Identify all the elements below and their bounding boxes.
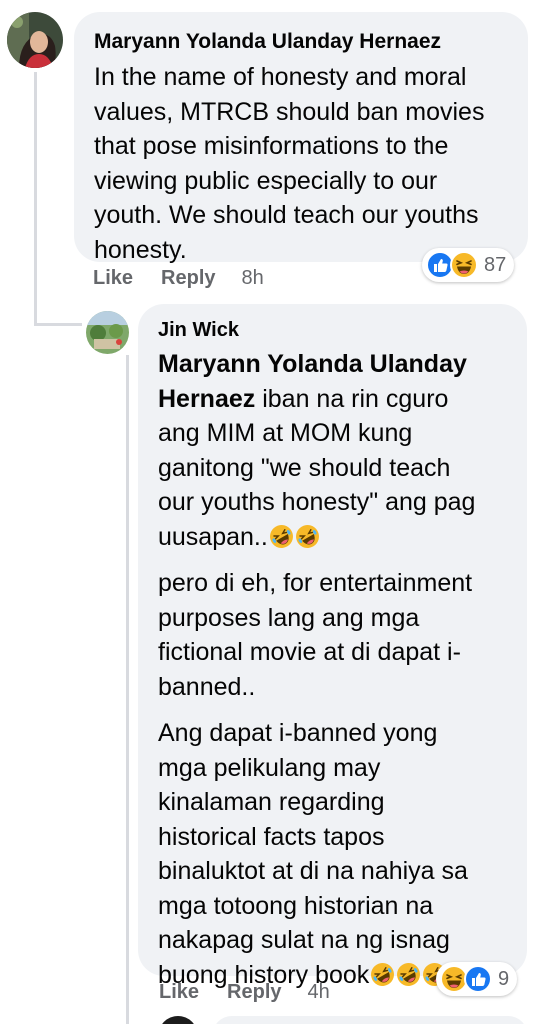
reply-line: banned.. [158, 672, 256, 701]
thread-line-elbow [34, 323, 82, 326]
mention-link[interactable]: Hernaez [158, 385, 255, 413]
reply-thread-line [126, 355, 129, 1024]
reply-line: ang MIM at MOM kung [158, 419, 413, 447]
reply-line: ganitong "we should teach [158, 453, 451, 482]
reply-line: mga pelikulang may [158, 753, 381, 782]
timestamp[interactable]: 8h [242, 267, 264, 290]
reply-button[interactable]: Reply [227, 981, 281, 1004]
rolling-on-floor-laughing-icon [295, 524, 320, 549]
paragraph: Ang dapat i-banned yong mga pelikulang m… [158, 716, 511, 992]
mention-link[interactable]: Maryann Yolanda Ulanday [158, 350, 467, 378]
comment-line: viewing public especially to our [94, 166, 438, 195]
avatar[interactable] [7, 12, 63, 68]
paragraph: pero di eh, for entertainment purposes l… [158, 566, 511, 704]
like-button[interactable]: Like [159, 981, 199, 1004]
reply-line: our youths honesty" ang pag [158, 488, 476, 516]
profile-photo-icon [86, 311, 129, 354]
reaction-count: 9 [498, 967, 510, 990]
reply-line: uusapan.. [158, 520, 511, 555]
reaction-summary[interactable]: 87 [422, 248, 515, 282]
reply-author[interactable]: Jin Wick [158, 317, 511, 343]
reply-line: Ang dapat i-banned yong [158, 719, 438, 747]
thread-line-vertical [34, 72, 37, 326]
reply-bubble: Jin Wick Maryann Yolanda Ulanday Hernaez… [138, 304, 527, 989]
reply-line-text: uusapan.. [158, 522, 268, 551]
reply-button[interactable]: Reply [161, 267, 215, 290]
haha-icon [450, 251, 478, 279]
comment-text: In the name of honesty and moral values,… [94, 60, 510, 267]
reaction-summary[interactable]: 9 [436, 962, 518, 996]
reply-line: purposes lang ang mga [158, 603, 420, 632]
comment-line: In the name of honesty and moral [94, 63, 467, 91]
profile-photo-icon [7, 12, 63, 68]
reply-line: kinalaman regarding [158, 788, 385, 816]
reply-bubble [212, 1016, 528, 1024]
rolling-on-floor-laughing-icon [396, 962, 421, 987]
reply-line: mga totoong historian na [158, 891, 434, 920]
comment-line: youth. We should teach our youths [94, 201, 479, 229]
reply-line: pero di eh, for entertainment [158, 569, 473, 597]
comment-line: that pose misinformations to the [94, 132, 449, 160]
avatar[interactable] [158, 1016, 198, 1024]
reaction-count: 87 [484, 253, 507, 276]
timestamp[interactable]: 4h [308, 981, 330, 1004]
like-icon [464, 965, 492, 993]
reply-text: Maryann Yolanda Ulanday Hernaez iban na … [158, 347, 511, 992]
like-button[interactable]: Like [93, 267, 133, 290]
reply-line: fictional movie at di dapat i- [158, 638, 461, 666]
rolling-on-floor-laughing-icon [269, 524, 294, 549]
avatar[interactable] [86, 311, 129, 354]
mention-line: Maryann Yolanda Ulanday [158, 347, 511, 382]
reply-line: binaluktot at di na nahiya sa [158, 857, 468, 885]
mention-line: Hernaez iban na rin cguro [158, 382, 511, 417]
reply-line: nakapag sulat na ng isnag [158, 926, 450, 954]
comment-bubble: Maryann Yolanda Ulanday Hernaez In the n… [74, 12, 528, 264]
comment-line: values, MTRCB should ban movies [94, 97, 485, 126]
comment-actions: Like Reply 8h [93, 267, 264, 290]
reply-line: historical facts tapos [158, 822, 385, 851]
reply-actions: Like Reply 4h [159, 981, 330, 1004]
reply-line: iban na rin cguro [255, 384, 449, 413]
rolling-on-floor-laughing-icon [370, 962, 395, 987]
comment-author[interactable]: Maryann Yolanda Ulanday Hernaez [94, 29, 510, 55]
